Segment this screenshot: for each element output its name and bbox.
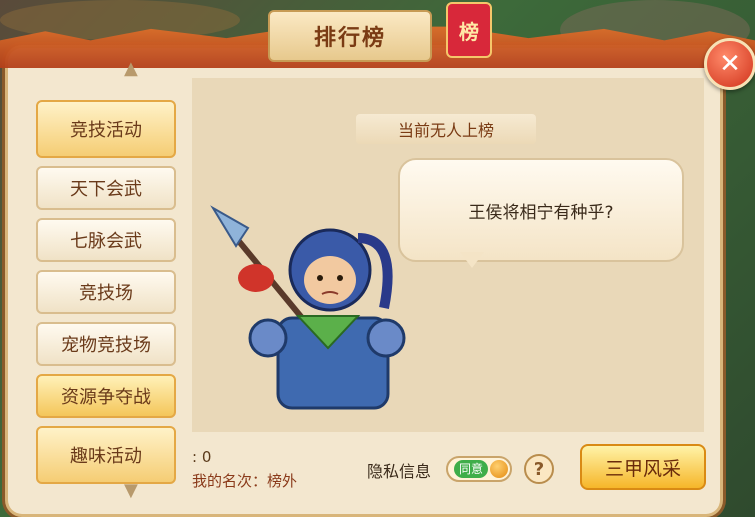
spear-tassel [238,264,274,292]
shoulder-right [366,318,406,358]
title-plate: 排行榜 [268,10,432,62]
speech-bubble: 王侯将相宁有种乎? [398,158,684,262]
scroll-down-icon[interactable]: ▼ [124,480,138,501]
ranking-seal-icon: 榜 [446,2,492,58]
sidebar-item-arena[interactable]: 竞技场 [36,270,176,314]
sidebar-item-label: 趣味活动 [70,446,142,467]
seal-text: 榜 [459,19,479,44]
sidebar-item-label: 七脉会武 [70,231,142,252]
page-title: 排行榜 [313,26,386,51]
top-three-button[interactable]: 三甲风采 [580,444,706,490]
scroll-up-icon[interactable]: ▲ [124,58,138,79]
close-button[interactable]: ✕ [704,38,755,90]
score-value: : 0 [192,448,212,466]
category-sidebar[interactable]: ▲ 竞技活动 天下会武 七脉会武 竞技场 宠物竞技场 资源争夺战 趣味活动 ▼ [28,58,182,501]
toggle-knob-icon [490,460,508,478]
warrior-character-illustration [210,205,406,410]
my-rank: 我的名次：榜外 [192,472,298,490]
help-button[interactable]: ? [524,454,554,484]
shoulder-left [248,318,288,358]
sidebar-item-label: 竞技场 [79,283,133,304]
sidebar-item-label: 宠物竞技场 [61,335,151,356]
sidebar-item-label: 竞技活动 [70,120,142,141]
top-three-label: 三甲风采 [604,457,681,480]
sidebar-category-competition[interactable]: 竞技活动 [36,100,176,158]
privacy-label: 隐私信息 [367,462,432,481]
sidebar-item-label: 资源争夺战 [61,387,151,408]
question-icon: ? [533,458,545,480]
sidebar-item-label: 天下会武 [70,179,142,200]
spear-head [210,205,250,248]
sidebar-item-resource-war[interactable]: 资源争夺战 [36,374,176,418]
speech-text: 王侯将相宁有种乎? [468,202,614,223]
face [304,256,356,304]
toggle-label: 同意 [454,460,488,478]
speech-bubble-tail [460,252,484,268]
sidebar-category-fun[interactable]: 趣味活动 [36,426,176,484]
empty-ranking-notice: 当前无人上榜 [356,114,536,144]
eye-left [317,275,323,281]
sidebar-item-tianxia[interactable]: 天下会武 [36,166,176,210]
privacy-toggle[interactable]: 同意 [446,456,512,482]
eye-right [337,275,343,281]
close-icon: ✕ [719,49,741,79]
sidebar-item-pet-arena[interactable]: 宠物竞技场 [36,322,176,366]
sidebar-item-qimai[interactable]: 七脉会武 [36,218,176,262]
notice-text: 当前无人上榜 [397,121,494,140]
